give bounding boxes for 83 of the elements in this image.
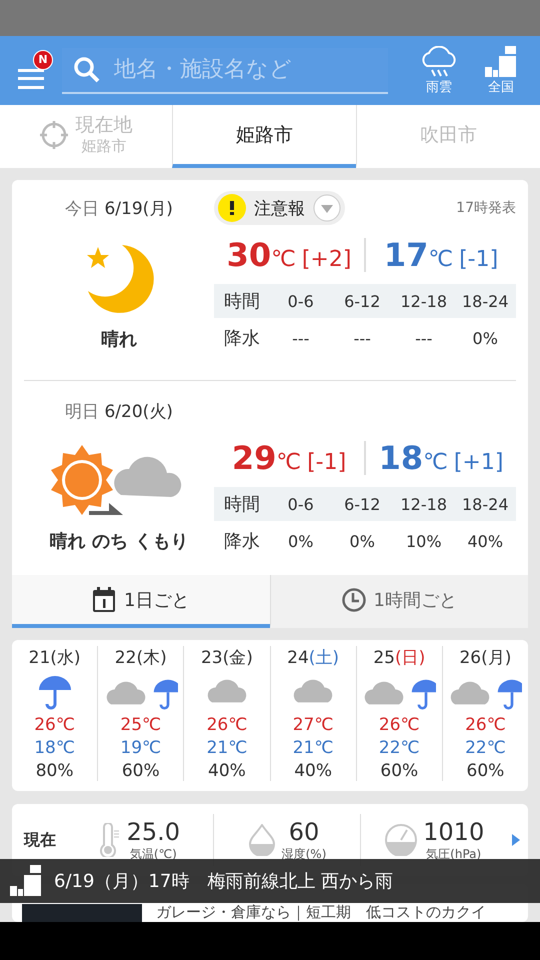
ad-text: ガレージ・倉庫なら｜短工期 低コストのカクイ — [156, 903, 486, 922]
news-toast[interactable]: 6/19（月）17時 梅雨前線北上 西から雨 — [0, 859, 540, 903]
weekday-label: (土) — [308, 648, 340, 668]
dropdown-icon — [313, 194, 341, 222]
high-temperature: 26℃ — [34, 715, 75, 735]
forecast-date: 明日 6/20(火) — [64, 400, 174, 422]
gauge-icon — [385, 824, 418, 856]
notification-badge: N — [33, 50, 53, 70]
low-temperature: 19℃ — [120, 738, 162, 758]
high-temperature: 27℃ — [292, 715, 334, 735]
weather-label: 晴れ のち くもり — [50, 530, 188, 553]
precipitation-chance: 80% — [36, 761, 74, 781]
precipitation-chance: 60% — [380, 761, 418, 781]
warning-button[interactable]: 注意報 — [214, 191, 345, 225]
weekday-label: (水) — [50, 648, 81, 668]
precipitation-chance: 60% — [466, 761, 504, 781]
table-header: 時間 — [214, 487, 270, 521]
high-temperature: 25℃ — [120, 715, 162, 735]
precipitation-value: 0% — [472, 328, 499, 350]
precipitation-value: 0% — [348, 530, 376, 552]
precipitation-chance: 60% — [122, 761, 160, 781]
weekday-label: (日) — [394, 648, 426, 668]
day-number: 25 — [373, 648, 395, 668]
current-label: 現在 — [24, 830, 56, 850]
weekday-label: (木) — [136, 648, 167, 668]
time-range: 18-24 — [454, 487, 516, 521]
day-number: 22 — [114, 648, 136, 668]
crosshair-icon — [40, 120, 68, 148]
precipitation-value: --- — [414, 328, 434, 350]
time-range: 6-12 — [332, 487, 393, 521]
view-tab[interactable]: 1時間ごと — [270, 575, 528, 628]
precipitation-chance: 40% — [208, 761, 246, 781]
high-temperature: 29℃ [-1] — [230, 439, 348, 477]
thermometer-icon — [98, 823, 121, 857]
weekday-label: (月) — [481, 648, 512, 668]
time-range: 0-6 — [270, 284, 332, 318]
warning-icon — [218, 194, 246, 222]
precipitation-value: 0% — [287, 530, 314, 552]
day-number: 23 — [200, 648, 223, 668]
precipitation-chance: 40% — [294, 761, 332, 781]
water-drop-icon — [248, 824, 276, 856]
precipitation-value: --- — [352, 328, 372, 350]
time-range: 12-18 — [393, 284, 454, 318]
blocks-icon — [10, 865, 42, 897]
calendar-icon — [92, 586, 116, 612]
view-tab[interactable]: 1日ごと — [12, 575, 270, 628]
low-temperature: 18℃ — [34, 738, 75, 758]
day-number: 21 — [28, 648, 50, 668]
forecast-date: 今日 6/19(月) — [64, 198, 174, 220]
reading-value: 1010 — [423, 818, 484, 846]
day-number: 26 — [459, 648, 482, 668]
issued-time: 17時発表 — [456, 199, 516, 217]
location-tab[interactable]: 姫路市 — [172, 105, 356, 168]
reading-value: 60 — [288, 818, 320, 846]
row-label: 降水 — [223, 327, 261, 351]
precipitation-value: --- — [291, 328, 310, 350]
precipitation-value: 10% — [404, 530, 443, 552]
time-range: 12-18 — [393, 487, 454, 521]
time-range: 0-6 — [270, 487, 332, 521]
clock-icon — [342, 588, 366, 612]
reading-value: 25.0 — [126, 818, 180, 846]
low-temperature: 22℃ — [465, 738, 506, 758]
high-temperature: 26℃ — [465, 715, 506, 735]
time-range: 6-12 — [332, 284, 393, 318]
high-temperature: 30℃ [+2] — [226, 236, 352, 274]
low-temperature: 21℃ — [206, 738, 248, 758]
menu-button[interactable] — [18, 68, 46, 88]
day-number: 24 — [287, 648, 309, 668]
next-arrow-icon — [512, 834, 520, 846]
high-temperature: 26℃ — [206, 715, 248, 735]
weather-label: 晴れ — [101, 328, 137, 351]
weekday-label: (金) — [222, 648, 253, 668]
low-temperature: 17℃ [-1] — [382, 236, 500, 274]
low-temperature: 22℃ — [378, 738, 420, 758]
precipitation-value: 40% — [466, 530, 504, 552]
table-header: 時間 — [214, 284, 270, 318]
blocks-icon — [485, 46, 517, 78]
low-temperature: 21℃ — [292, 738, 334, 758]
low-temperature: 18℃ [+1] — [378, 439, 504, 477]
search-field[interactable]: 地名・施設名など — [62, 48, 388, 94]
high-temperature: 26℃ — [378, 715, 420, 735]
time-range: 18-24 — [454, 284, 516, 318]
row-label: 降水 — [223, 530, 261, 554]
